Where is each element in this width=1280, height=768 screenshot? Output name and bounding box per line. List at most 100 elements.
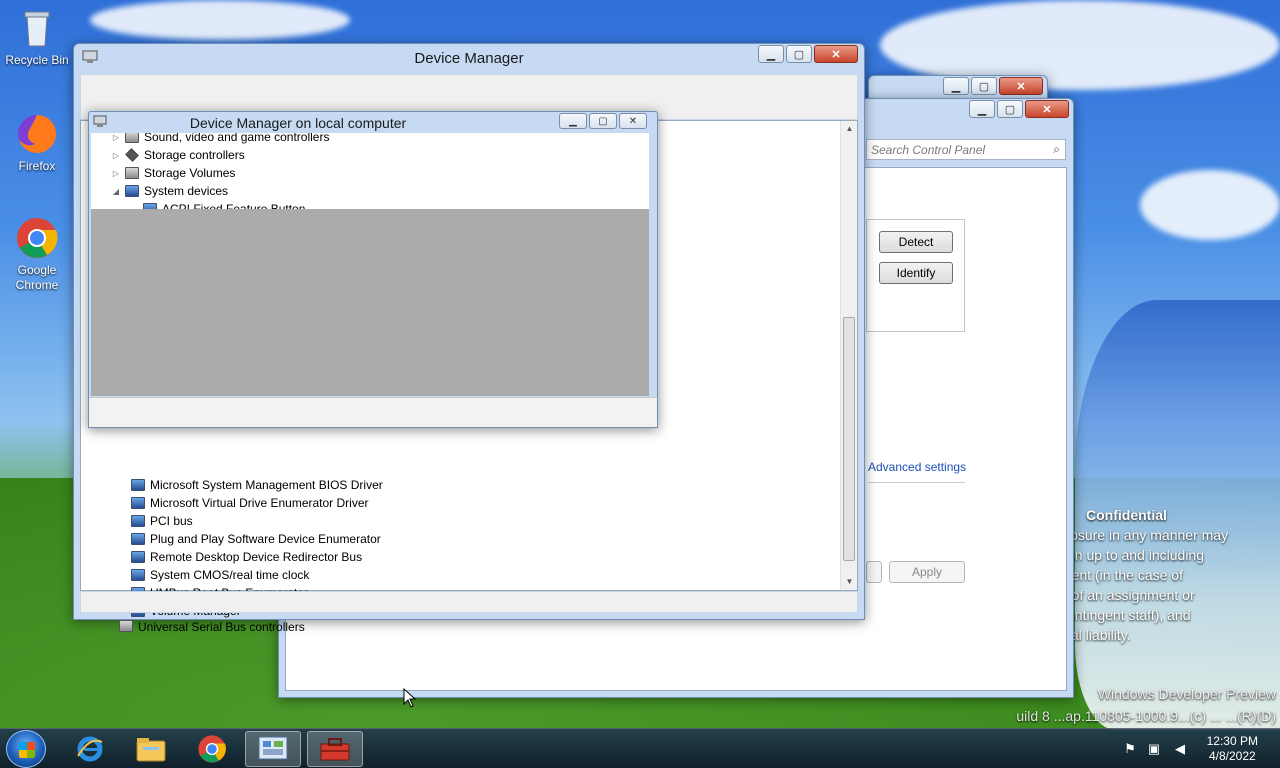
ok-button[interactable]	[866, 561, 882, 583]
maximize-button[interactable]: ▢	[997, 100, 1023, 118]
minimize-button[interactable]: ▁	[559, 113, 587, 129]
detect-button[interactable]: Detect	[879, 231, 953, 253]
recycle-bin-icon	[15, 6, 59, 50]
tree-item[interactable]: Plug and Play Software Device Enumerator	[131, 530, 381, 548]
confidential-line: tion up to and including	[1060, 547, 1204, 563]
tree-item[interactable]: ▷ Storage Volumes	[111, 164, 235, 182]
system-clock[interactable]: 12:30 PM 4/8/2022	[1207, 734, 1258, 764]
start-button[interactable]	[6, 730, 46, 768]
clock-date: 4/8/2022	[1208, 749, 1256, 763]
advanced-settings-link[interactable]: Advanced settings	[868, 460, 966, 474]
device-icon	[131, 515, 145, 527]
confidential-line: n of an assignment or	[1060, 587, 1195, 603]
taskbar-chrome[interactable]	[184, 731, 240, 767]
confidential-line: contingent staff), and	[1060, 607, 1191, 623]
minimize-button[interactable]: ▁	[758, 45, 784, 63]
clock-time: 12:30 PM	[1206, 734, 1258, 748]
maximize-button[interactable]: ▢	[971, 77, 997, 95]
expand-arrow-icon[interactable]: ▷	[111, 133, 121, 142]
tree-item-label: Plug and Play Software Device Enumerator	[150, 532, 381, 546]
maximize-button[interactable]: ▢	[589, 113, 617, 129]
divider	[868, 482, 965, 483]
child-title-bar[interactable]: Device Manager on local computer ▁ ▢ ✕	[89, 112, 657, 132]
desktop-icon-chrome[interactable]: Google Chrome	[2, 216, 72, 293]
action-center-flag-icon[interactable]: ⚑	[1122, 741, 1138, 757]
window-title: Device Manager	[414, 50, 524, 67]
device-manager-child-window: Device Manager on local computer ▁ ▢ ✕ ▷…	[88, 111, 658, 428]
tree-item[interactable]: PCI bus	[131, 512, 193, 530]
desktop-icon-firefox[interactable]: Firefox	[2, 112, 72, 174]
vertical-scrollbar[interactable]: ▲ ▼	[840, 121, 857, 590]
tree-item[interactable]: Remote Desktop Device Redirector Bus	[131, 548, 362, 566]
device-icon	[131, 479, 145, 491]
tree-item[interactable]: ▷ Storage controllers	[111, 146, 245, 164]
desktop-icon-label: Firefox	[18, 159, 56, 173]
storage-controller-icon	[125, 148, 139, 162]
watermark-line: Windows Developer Preview	[1097, 686, 1276, 702]
maximize-button[interactable]: ▢	[786, 45, 812, 63]
search-placeholder: Search Control Panel	[871, 143, 986, 157]
tree-item-label: Microsoft System Management BIOS Driver	[150, 478, 383, 492]
network-icon[interactable]: ▣	[1146, 741, 1162, 757]
tree-item[interactable]: Microsoft System Management BIOS Driver	[131, 476, 383, 494]
sound-icon	[125, 133, 139, 143]
tree-item-label: Storage Volumes	[144, 166, 236, 180]
device-icon	[131, 569, 145, 581]
child-status-bar	[89, 397, 657, 427]
identify-button[interactable]: Identify	[879, 262, 953, 284]
control-panel-icon	[258, 736, 288, 760]
tree-item-label: System devices	[144, 184, 229, 198]
tree-item-label: Storage controllers	[144, 148, 245, 162]
tree-item-label: Universal Serial Bus controllers	[138, 620, 305, 632]
tree-item-label: PCI bus	[150, 514, 193, 528]
tree-item-label: Sound, video and game controllers	[144, 133, 330, 144]
confidential-heading: Confidential	[1086, 507, 1167, 523]
window-caption-buttons: ▁ ▢ ✕	[758, 45, 858, 63]
taskbar-device-manager[interactable]	[307, 731, 363, 767]
taskbar-internet-explorer[interactable]	[62, 731, 118, 767]
minimize-button[interactable]: ▁	[969, 100, 995, 118]
device-icon	[131, 497, 145, 509]
taskbar-file-explorer[interactable]	[123, 731, 179, 767]
taskbar-control-panel[interactable]	[245, 731, 301, 767]
close-button[interactable]: ✕	[619, 113, 647, 129]
close-button[interactable]: ✕	[814, 45, 858, 63]
tree-item-label: System CMOS/real time clock	[150, 568, 310, 582]
windows-logo-icon	[19, 742, 35, 758]
chrome-icon	[198, 735, 226, 763]
scroll-down-arrow-icon[interactable]: ▼	[841, 574, 858, 590]
expand-arrow-icon[interactable]: ▷	[111, 169, 121, 178]
firefox-icon	[15, 112, 59, 156]
device-icon	[131, 533, 145, 545]
volume-icon[interactable]: ◀	[1172, 741, 1188, 757]
storage-volume-icon	[125, 167, 139, 179]
minimize-button[interactable]: ▁	[943, 77, 969, 95]
child-tree-pane[interactable]: ▷ Sound, video and game controllers ▷ St…	[91, 133, 649, 396]
device-manager-app-icon	[93, 115, 107, 128]
close-button[interactable]: ✕	[1025, 100, 1069, 118]
cloud	[90, 0, 350, 40]
tree-item[interactable]: ◢ System devices	[111, 182, 228, 200]
scroll-thumb[interactable]	[843, 317, 855, 561]
tree-item[interactable]: Microsoft Virtual Drive Enumerator Drive…	[131, 494, 369, 512]
tree-item[interactable]: ▷ Sound, video and game controllers	[111, 133, 329, 146]
confidential-line: closure in any manner may	[1060, 527, 1229, 543]
device-icon	[131, 551, 145, 563]
usb-controller-icon	[119, 620, 133, 632]
expand-arrow-icon[interactable]: ▷	[111, 151, 121, 160]
tree-item[interactable]: ▷ Universal Serial Bus controllers	[105, 620, 305, 632]
close-button[interactable]: ✕	[999, 77, 1043, 95]
collapse-arrow-icon[interactable]: ◢	[111, 187, 121, 196]
internet-explorer-icon	[77, 736, 103, 762]
scroll-up-arrow-icon[interactable]: ▲	[841, 121, 858, 137]
expand-arrow-icon[interactable]: ▷	[105, 620, 115, 629]
search-icon: ⌕	[1053, 142, 1060, 156]
file-explorer-icon	[136, 738, 166, 762]
tree-item-label: Remote Desktop Device Redirector Bus	[150, 550, 363, 564]
search-input[interactable]: Search Control Panel ⌕	[866, 139, 1066, 160]
watermark-line: uild 8 ...ap.110805-1000.9...(c) ... ...…	[1016, 708, 1276, 724]
title-bar[interactable]: Device Manager ▁ ▢ ✕	[74, 44, 864, 72]
desktop-icon-recycle-bin[interactable]: Recycle Bin	[2, 6, 72, 68]
tree-item[interactable]: System CMOS/real time clock	[131, 566, 309, 584]
apply-button[interactable]: Apply	[889, 561, 965, 583]
